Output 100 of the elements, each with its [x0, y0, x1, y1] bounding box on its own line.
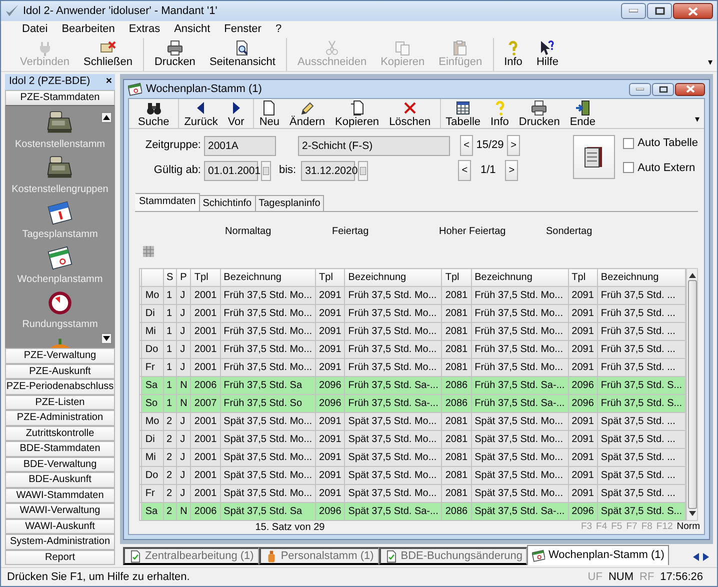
- toolbar-button[interactable]: Tabelle: [440, 99, 486, 128]
- menu-item[interactable]: Extras: [122, 21, 168, 38]
- toolbar-button[interactable]: Info: [493, 38, 530, 71]
- checkbox[interactable]: [622, 138, 634, 149]
- toolbar-button[interactable]: Neu: [253, 99, 285, 128]
- column-header[interactable]: Tpl: [568, 268, 598, 286]
- section-button[interactable]: PZE-Verwaltung: [5, 348, 115, 364]
- toolbar-button[interactable]: Suche: [133, 99, 174, 128]
- table-view-button[interactable]: [572, 135, 615, 179]
- tab[interactable]: Tagesplaninfo: [254, 195, 324, 211]
- function-key-label: F8: [641, 520, 652, 534]
- menu-item[interactable]: Bearbeiten: [54, 21, 122, 38]
- section-button[interactable]: Report: [5, 550, 115, 565]
- row-header[interactable]: [140, 340, 142, 358]
- close-button[interactable]: [675, 82, 705, 96]
- window-tab[interactable]: Wochenplan-Stamm (1): [527, 545, 670, 565]
- toolbar-button[interactable]: Vor: [222, 99, 250, 128]
- next-button[interactable]: >: [505, 160, 518, 181]
- minimize-button[interactable]: [629, 82, 651, 96]
- column-header[interactable]: Bezeichnung: [597, 268, 686, 286]
- row-header[interactable]: [140, 394, 142, 412]
- row-header[interactable]: [140, 412, 142, 430]
- row-header[interactable]: [140, 430, 142, 448]
- section-button[interactable]: BDE-Verwaltung: [5, 456, 115, 472]
- date-field[interactable]: 01.01.2001: [204, 160, 258, 180]
- row-header[interactable]: [140, 358, 142, 376]
- overflow-button[interactable]: ▾: [691, 112, 704, 128]
- maximize-button[interactable]: [652, 82, 674, 96]
- column-header[interactable]: S: [163, 268, 177, 286]
- toolbar-button[interactable]: Seitenansicht: [202, 38, 282, 71]
- menu-item[interactable]: Fenster: [217, 21, 268, 38]
- description-field[interactable]: 2-Schicht (F-S): [298, 136, 450, 156]
- next-button[interactable]: >: [507, 135, 520, 156]
- section-button[interactable]: BDE-Stammdaten: [5, 441, 115, 456]
- row-header[interactable]: [140, 304, 142, 322]
- overflow-button[interactable]: ▾: [704, 56, 717, 71]
- section-button[interactable]: PZE-Stammdaten: [5, 90, 115, 106]
- table-cell: 2001: [190, 322, 220, 340]
- column-header[interactable]: Tpl: [442, 268, 472, 286]
- tab[interactable]: Stammdaten: [135, 193, 200, 211]
- row-header[interactable]: [140, 466, 142, 484]
- column-header[interactable]: Bezeichnung: [471, 268, 568, 286]
- column-header[interactable]: Tpl: [190, 268, 220, 286]
- section-button[interactable]: BDE-Auskunft: [5, 472, 115, 488]
- section-button[interactable]: Zutrittskontrolle: [5, 426, 115, 441]
- row-header[interactable]: [140, 502, 142, 520]
- minimize-button[interactable]: [621, 3, 646, 19]
- calendar-button[interactable]: [358, 160, 368, 180]
- toolbar-button[interactable]: Ende: [564, 99, 601, 128]
- row-header[interactable]: [140, 484, 142, 502]
- row-header[interactable]: [140, 286, 142, 304]
- function-key-label: Norm: [676, 520, 700, 534]
- toolbar-button[interactable]: Kopieren: [330, 99, 384, 128]
- section-button[interactable]: PZE-Periodenabschluss: [5, 379, 115, 394]
- maximize-button[interactable]: [647, 3, 672, 19]
- close-button[interactable]: [673, 3, 713, 19]
- row-header[interactable]: [140, 322, 142, 340]
- column-header[interactable]: P: [176, 268, 191, 286]
- toolbar-button[interactable]: Hilfe: [529, 38, 566, 71]
- close-button[interactable]: ×: [106, 74, 112, 90]
- column-header[interactable]: Tpl: [316, 268, 345, 286]
- minimize-icon: [629, 9, 638, 13]
- scroll-down-button[interactable]: [101, 333, 112, 344]
- function-key-label: F12: [656, 520, 673, 534]
- table-cell: 2006: [190, 376, 220, 394]
- table-cell: Spät 37,5 Std. Mo...: [220, 412, 316, 430]
- section-button[interactable]: PZE-Auskunft: [5, 364, 115, 379]
- window-tab[interactable]: BDE-Buchungsänderung: [378, 547, 528, 565]
- toolbar-button[interactable]: Drucken: [143, 38, 202, 71]
- toolbar-button[interactable]: Löschen: [384, 99, 436, 128]
- scrollbar[interactable]: [686, 268, 698, 521]
- column-header[interactable]: Bezeichnung: [344, 268, 442, 286]
- checkbox[interactable]: [622, 162, 634, 174]
- menu-item[interactable]: Ansicht: [167, 21, 218, 38]
- toolbar-button[interactable]: Zurück: [178, 99, 223, 128]
- window-tab[interactable]: Zentralbearbeitung (1): [123, 547, 259, 565]
- toolbar-button[interactable]: Drucken: [514, 99, 565, 128]
- section-button[interactable]: PZE-Administration: [5, 410, 115, 426]
- toolbar-button[interactable]: Ändern: [284, 99, 330, 128]
- column-header[interactable]: Bezeichnung: [220, 268, 316, 286]
- toolbar-button[interactable]: Info: [486, 99, 514, 128]
- previous-button[interactable]: <: [458, 160, 472, 181]
- menu-item[interactable]: ?: [268, 21, 289, 38]
- previous-button[interactable]: <: [460, 135, 473, 156]
- section-button[interactable]: WAWI-Auskunft: [5, 518, 115, 534]
- date-field[interactable]: 31.12.2020: [301, 160, 356, 180]
- menu-item[interactable]: Datei: [15, 21, 55, 38]
- section-button[interactable]: WAWI-Verwaltung: [5, 503, 115, 518]
- calendar-button[interactable]: [261, 160, 271, 180]
- scroll-up-button[interactable]: [101, 112, 112, 122]
- copy-icon: [394, 40, 411, 56]
- scrollbar-thumb[interactable]: [688, 280, 697, 509]
- zeitgruppe-field[interactable]: 2001A: [204, 136, 276, 156]
- row-header[interactable]: [140, 448, 142, 466]
- window-tab[interactable]: Personalstamm (1): [258, 547, 379, 565]
- section-button[interactable]: System-Administration: [5, 534, 115, 550]
- section-button[interactable]: PZE-Listen: [5, 394, 115, 410]
- section-button[interactable]: WAWI-Stammdaten: [5, 488, 115, 503]
- row-header[interactable]: [140, 376, 142, 394]
- toolbar-button[interactable]: Schließen: [76, 38, 140, 71]
